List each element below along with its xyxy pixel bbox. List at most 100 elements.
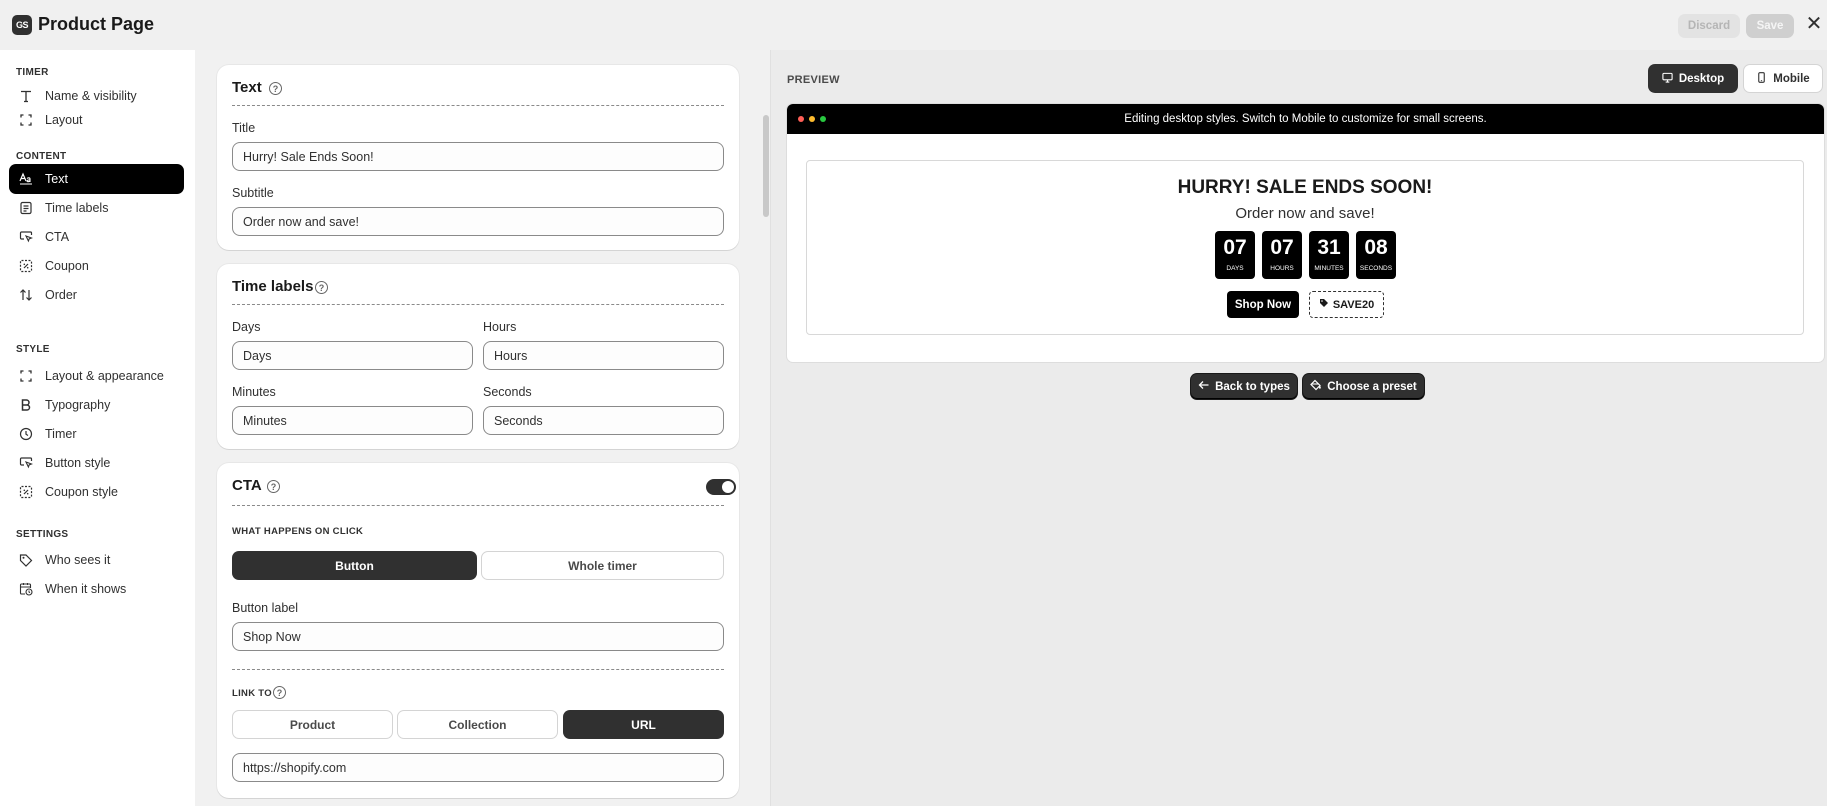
sidebar-item-label: Typography <box>45 398 111 412</box>
mobile-toggle-button[interactable]: Mobile <box>1743 64 1823 93</box>
countdown-unit-label: SECONDS <box>1359 265 1393 272</box>
sidebar-section-content: CONTENT <box>16 151 67 162</box>
editing-banner: Editing desktop styles. Switch to Mobile… <box>1124 113 1487 125</box>
card-title: Time labels <box>232 278 314 295</box>
sidebar-item-label: Coupon <box>45 259 89 273</box>
countdown-unit-label: DAYS <box>1226 265 1244 272</box>
divider <box>232 669 724 670</box>
choose-preset-button[interactable]: Choose a preset <box>1303 374 1424 399</box>
countdown-value: 08 <box>1364 236 1388 259</box>
sidebar-item-label: CTA <box>45 230 70 244</box>
sidebar-item-label: Who sees it <box>45 553 111 567</box>
sidebar-item-typography[interactable]: Typography <box>9 390 184 420</box>
desktop-toggle-button[interactable]: Desktop <box>1648 64 1738 93</box>
sidebar-section-timer: TIMER <box>16 67 49 78</box>
countdown-seconds: 08 SECONDS <box>1356 231 1396 279</box>
text-card: Text ? Title Hurry! Sale Ends Soon! Subt… <box>217 65 739 250</box>
sidebar-item-button-style[interactable]: Button style <box>9 448 184 478</box>
url-input[interactable]: https://shopify.com <box>232 753 724 782</box>
text-t-icon <box>19 89 33 103</box>
discard-button[interactable]: Discard <box>1678 14 1740 38</box>
countdown-hours: 07 HOURS <box>1262 231 1302 279</box>
preview-panel: PREVIEW Desktop Mobile Editing desktop s… <box>770 50 1827 806</box>
bold-icon <box>19 398 33 412</box>
button-label-input[interactable]: Shop Now <box>232 622 724 651</box>
help-icon[interactable]: ? <box>269 82 282 95</box>
hours-field-label: Hours <box>483 320 517 334</box>
sidebar-item-timer[interactable]: Timer <box>9 419 184 449</box>
title-field-label: Title <box>232 121 256 135</box>
link-option-url[interactable]: URL <box>563 710 724 739</box>
seconds-field-label: Seconds <box>483 385 532 399</box>
sidebar-item-who-sees-it[interactable]: Who sees it <box>9 545 184 575</box>
preview-label: PREVIEW <box>787 74 840 86</box>
desktop-icon <box>1662 72 1673 86</box>
sidebar-item-order[interactable]: Order <box>9 280 184 310</box>
sidebar-item-label: Coupon style <box>45 485 118 499</box>
sidebar-item-layout-appearance[interactable]: Layout & appearance <box>9 361 184 391</box>
coupon-code-badge[interactable]: SAVE20 <box>1309 291 1384 318</box>
help-icon[interactable]: ? <box>273 686 286 699</box>
sort-icon <box>19 288 33 302</box>
timer-subtitle: Order now and save! <box>1235 205 1375 222</box>
help-icon[interactable]: ? <box>315 281 328 294</box>
minutes-input[interactable]: Minutes <box>232 406 473 435</box>
sidebar-item-when-it-shows[interactable]: When it shows <box>9 574 184 604</box>
editor-scrollbar-thumb[interactable] <box>763 115 769 217</box>
app-logo: GS <box>12 15 32 35</box>
title-input[interactable]: Hurry! Sale Ends Soon! <box>232 142 724 171</box>
sidebar-item-layout[interactable]: Layout <box>9 105 184 135</box>
back-to-types-button[interactable]: Back to types <box>1191 374 1297 399</box>
countdown-minutes: 31 MINUTES <box>1309 231 1349 279</box>
sidebar-item-label: Name & visibility <box>45 89 137 103</box>
preview-frame: Editing desktop styles. Switch to Mobile… <box>787 104 1824 362</box>
shop-now-button[interactable]: Shop Now <box>1227 291 1299 318</box>
sidebar-item-label: When it shows <box>45 582 127 596</box>
sidebar-item-coupon[interactable]: Coupon <box>9 251 184 281</box>
seconds-input[interactable]: Seconds <box>483 406 724 435</box>
subtitle-input[interactable]: Order now and save! <box>232 207 724 236</box>
sidebar-item-text[interactable]: Text <box>9 164 184 194</box>
click-option-button[interactable]: Button <box>232 551 477 580</box>
tag-icon <box>19 553 33 567</box>
card-title: Text <box>232 79 262 96</box>
hours-input[interactable]: Hours <box>483 341 724 370</box>
calendar-clock-icon <box>19 582 33 596</box>
minutes-field-label: Minutes <box>232 385 276 399</box>
cta-card: CTA ? WHAT HAPPENS ON CLICK Button Whole… <box>217 463 739 798</box>
card-title: CTA <box>232 477 262 494</box>
help-icon[interactable]: ? <box>267 480 280 493</box>
click-option-whole-timer[interactable]: Whole timer <box>481 551 724 580</box>
subtitle-field-label: Subtitle <box>232 186 274 200</box>
close-icon[interactable]: ✕ <box>1803 13 1825 35</box>
layout-icon <box>19 369 33 383</box>
preset-label: Choose a preset <box>1327 380 1417 393</box>
sidebar-item-time-labels[interactable]: Time labels <box>9 193 184 223</box>
link-option-collection[interactable]: Collection <box>397 710 558 739</box>
save-button[interactable]: Save <box>1746 14 1794 38</box>
days-field-label: Days <box>232 320 261 334</box>
countdown-unit-label: MINUTES <box>1314 265 1344 272</box>
coupon-code: SAVE20 <box>1332 298 1375 311</box>
sidebar-item-cta[interactable]: CTA <box>9 222 184 252</box>
sidebar-section-settings: SETTINGS <box>16 529 69 540</box>
cta-enabled-toggle[interactable] <box>706 479 736 495</box>
countdown-timer-preview[interactable]: HURRY! SALE ENDS SOON! Order now and sav… <box>806 160 1804 335</box>
coupon-icon <box>19 485 33 499</box>
sidebar-item-label: Button style <box>45 456 111 470</box>
days-input[interactable]: Days <box>232 341 473 370</box>
sidebar-item-label: Timer <box>45 427 77 441</box>
sidebar-item-coupon-style[interactable]: Coupon style <box>9 477 184 507</box>
layout-icon <box>19 113 33 127</box>
sidebar-item-label: Layout <box>45 113 83 127</box>
time-labels-card: Time labels ? Days Days Hours Hours Minu… <box>217 264 739 449</box>
sidebar-item-label: Time labels <box>45 201 109 215</box>
sidebar: TIMER Name & visibility Layout CONTENT T… <box>0 50 195 806</box>
sidebar-item-label: Text <box>45 172 68 186</box>
sidebar-item-label: Order <box>45 288 77 302</box>
arrow-left-icon <box>1198 379 1210 394</box>
timer-title: HURRY! SALE ENDS SOON! <box>1177 177 1433 198</box>
cursor-icon <box>19 230 33 244</box>
link-option-product[interactable]: Product <box>232 710 393 739</box>
divider <box>232 304 724 305</box>
